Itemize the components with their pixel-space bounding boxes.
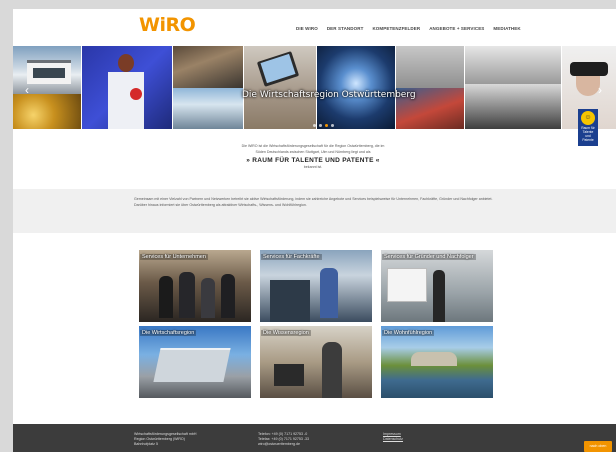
back-to-top-button[interactable]: nach oben	[584, 441, 612, 452]
slider-dot[interactable]	[331, 124, 334, 127]
footer-links: Impressum Datenschutz	[383, 432, 403, 442]
slider-dot[interactable]	[313, 124, 316, 127]
slider-next-arrow[interactable]: ›	[598, 83, 602, 97]
slider-dot[interactable]	[319, 124, 322, 127]
footer-email-link[interactable]: wiro@ostwuerttemberg.de	[258, 442, 309, 447]
card-title: Services für Fachkräfte	[261, 254, 322, 260]
card-wirtschaftsregion[interactable]: Die Wirtschaftsregion	[139, 326, 251, 398]
card-wissensregion[interactable]: Die Wissensregion	[260, 326, 372, 398]
hero-image-glass-building	[173, 88, 243, 129]
card-title: Services für Unternehmen	[140, 254, 208, 260]
smiley-icon: ☺	[581, 111, 595, 125]
footer: Wirtschaftsförderungsgesellschaft mbH Re…	[13, 424, 616, 452]
hero-image-factory-hall	[396, 46, 464, 88]
slider-dot-active[interactable]	[325, 124, 328, 127]
hero-image-gold	[13, 94, 81, 129]
hero-image-tools	[465, 46, 561, 84]
footer-contact: Telefon: +49 (0) 7171 92753 -0 Telefax: …	[258, 432, 310, 447]
hero-image-tablet	[244, 46, 316, 129]
card-wohnfuehlregion[interactable]: Die Wohnfühlregion	[381, 326, 493, 398]
nav-item-angebote[interactable]: Angebote + Services	[429, 26, 484, 31]
badge-text: Raum für Talente und Patente	[581, 126, 595, 142]
card-title: Die Wissensregion	[261, 330, 311, 336]
hero-image-bearings	[465, 84, 561, 129]
card-services-gruender[interactable]: Services für Gründer und Nachfolger	[381, 250, 493, 322]
description-band: Gemeinsam mit einer Vielzahl von Partner…	[13, 189, 616, 233]
hero-image-blue-sphere	[317, 46, 395, 129]
hero-slider: ‹ › Die Wirtschaftsregion Ostwürttemberg	[13, 46, 616, 129]
nav-item-die-wiro[interactable]: Die WiRO	[296, 26, 318, 31]
datenschutz-link[interactable]: Datenschutz	[383, 437, 403, 442]
hero-image-scientist	[82, 46, 172, 129]
card-title: Die Wirtschaftsregion	[140, 330, 197, 336]
card-title: Services für Gründer und Nachfolger	[382, 254, 476, 260]
talente-patente-badge[interactable]: ☺ Raum für Talente und Patente	[578, 109, 598, 146]
hero-image-machinery	[173, 46, 243, 88]
wiro-logo[interactable]: WiRO	[139, 14, 196, 36]
main-nav: Die WiRO Der Standort Kompetenzfelder An…	[296, 26, 521, 31]
nav-item-mediathek[interactable]: Mediathek	[493, 26, 520, 31]
footer-address: Wirtschaftsförderungsgesellschaft mbH Re…	[134, 432, 197, 447]
description-text: Gemeinsam mit einer Vielzahl von Partner…	[134, 197, 493, 207]
slider-dots	[313, 124, 334, 127]
intro-text: Die WiRO ist die Wirtschaftsförderungsge…	[193, 144, 433, 171]
hero-caption: Die Wirtschaftsregion Ostwürttemberg	[242, 90, 416, 100]
hero-image-building	[13, 46, 81, 94]
slider-prev-arrow[interactable]: ‹	[25, 83, 29, 97]
card-title: Die Wohnfühlregion	[382, 330, 435, 336]
intro-kicker: » RAUM FÜR TALENTE UND PATENTE «	[246, 157, 380, 165]
nav-item-standort[interactable]: Der Standort	[327, 26, 364, 31]
card-services-fachkraefte[interactable]: Services für Fachkräfte	[260, 250, 372, 322]
card-services-unternehmen[interactable]: Services für Unternehmen	[139, 250, 251, 322]
nav-item-kompetenzfelder[interactable]: Kompetenzfelder	[372, 26, 420, 31]
page: WiRO Die WiRO Der Standort Kompetenzfeld…	[13, 9, 616, 452]
